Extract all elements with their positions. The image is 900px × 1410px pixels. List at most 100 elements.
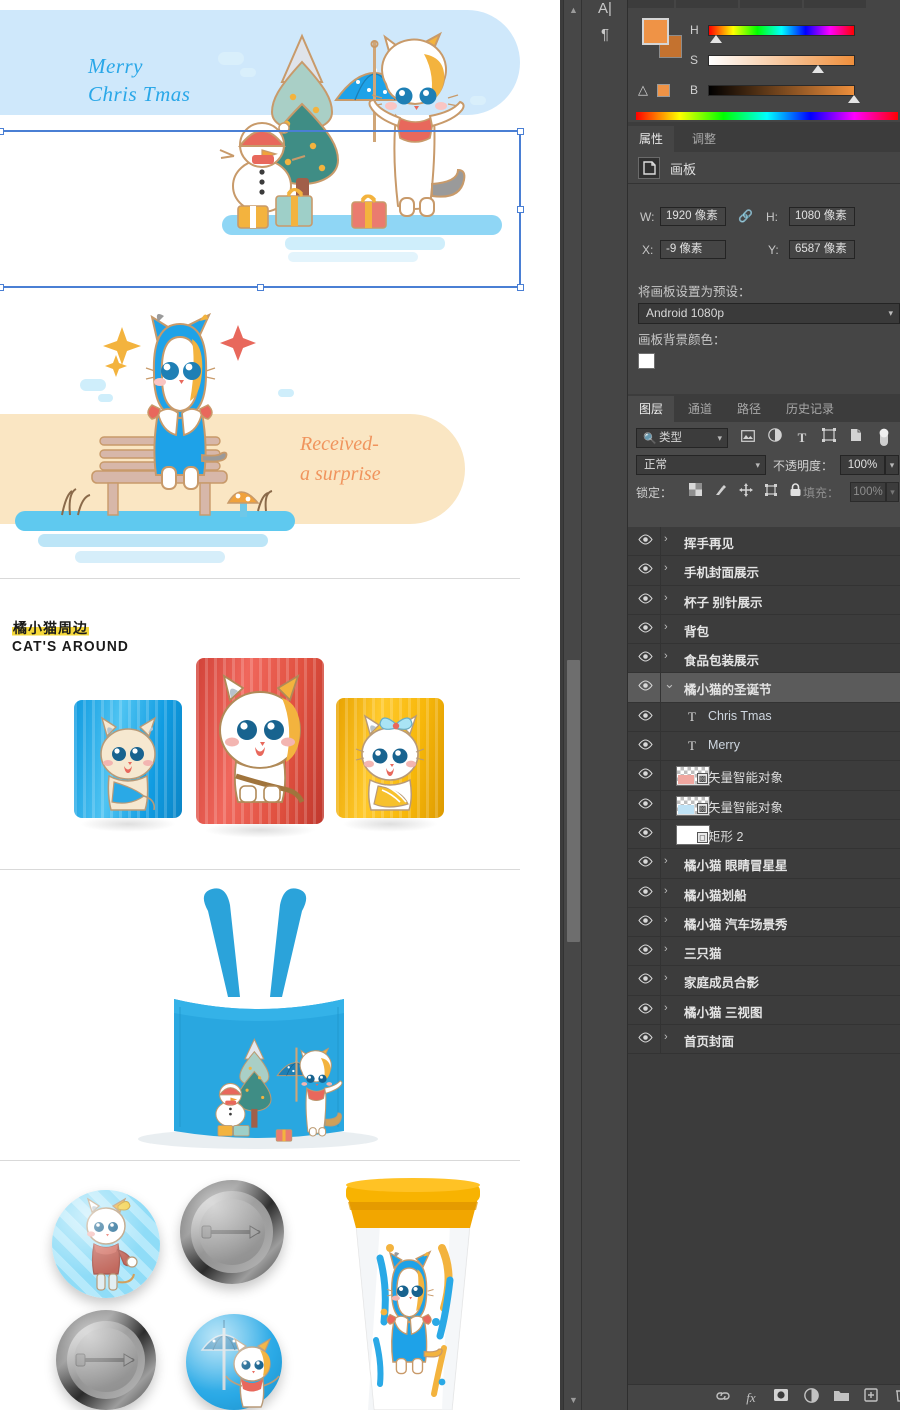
hue-slider-knob[interactable] [710,35,722,43]
layer-visibility-toggle-icon[interactable] [636,593,654,608]
brightness-slider-knob[interactable] [848,95,860,103]
chevron-right-icon[interactable]: › [664,533,668,545]
lock-image-icon[interactable] [711,483,730,502]
new-layer-icon[interactable] [860,1388,882,1408]
layer-visibility-toggle-icon[interactable] [636,827,654,842]
lock-artboard-icon[interactable] [761,483,780,502]
type-filter-icon[interactable]: T [792,428,812,448]
layer-list[interactable]: › 挥手再见 › 手机封面展示 › 杯子 别针展示 › 背包 › 食品包装展示 ⌄ 橘小猫的圣诞节 T C… [628,527,900,1380]
selection-handle[interactable] [517,284,524,291]
layer-visibility-toggle-icon[interactable] [636,622,654,637]
artboard-bench-surprise[interactable]: Received- a surprise [0,289,520,579]
layer-visibility-toggle-icon[interactable] [636,768,654,783]
tab-history[interactable]: 历史记录 [775,396,845,422]
selection-handle[interactable] [517,128,524,135]
smart-object-filter-icon[interactable] [846,428,866,448]
new-group-icon[interactable] [830,1388,852,1408]
chevron-down-icon[interactable]: ▾ [888,304,893,323]
fill-input[interactable]: 100% [850,482,886,502]
x-input[interactable]: -9 像素 [660,240,726,259]
artboard-tote-bag[interactable] [0,871,520,1161]
height-input[interactable]: 1080 像素 [789,207,855,226]
layer-row[interactable]: › 橘小猫 眼睛冒星星 [628,849,900,879]
chevron-down-icon[interactable]: ▾ [717,429,722,447]
selection-handle[interactable] [517,206,524,213]
scroll-up-arrow[interactable]: ▲ [564,2,583,18]
layer-row[interactable]: › 橘小猫 三视图 [628,995,900,1026]
tab-channels[interactable]: 通道 [677,396,723,422]
color-swatches[interactable] [642,18,682,58]
link-dimensions-icon[interactable]: 🔗 [738,209,753,223]
chevron-right-icon[interactable]: › [664,972,668,984]
document-canvas[interactable]: Merry Chris Tmas Received- a surprise 橘小… [0,0,560,1410]
y-input[interactable]: 6587 像素 [789,240,855,259]
tab-paths[interactable]: 路径 [726,396,772,422]
layer-style-fx-icon[interactable]: fx [740,1388,762,1408]
shape-filter-icon[interactable] [819,428,839,448]
foreground-color-swatch[interactable] [642,18,669,45]
blend-mode-select[interactable]: 正常 ▾ [636,455,766,475]
layer-visibility-toggle-icon[interactable] [636,710,654,725]
chevron-right-icon[interactable]: › [664,1031,668,1043]
layer-visibility-toggle-icon[interactable] [636,915,654,930]
artboard-bgcolor-swatch[interactable] [638,353,655,369]
layer-row[interactable]: ◻ 矩形 2 [628,819,900,850]
layer-thumbnail[interactable]: ◻ [676,824,710,845]
layer-visibility-toggle-icon[interactable] [636,856,654,871]
chevron-right-icon[interactable]: › [664,914,668,926]
chevron-down-icon[interactable]: ▾ [755,456,760,474]
artboard-preset-select[interactable]: Android 1080p ▾ [638,303,900,324]
delete-layer-icon[interactable] [890,1388,900,1408]
brightness-gradient-bar[interactable] [708,85,855,96]
chevron-right-icon[interactable]: › [664,592,668,604]
layer-row[interactable]: T Chris Tmas [628,702,900,733]
out-of-gamut-warning-icon[interactable]: △ [638,82,648,98]
saturation-slider-knob[interactable] [812,65,824,73]
opacity-stepper-icon[interactable]: ▾ [885,455,899,475]
selection-handle[interactable] [257,284,264,291]
artboard-snack-packaging[interactable]: 橘小猫周边 CAT'S AROUND [0,580,520,870]
chevron-right-icon[interactable]: › [664,855,668,867]
paragraph-panel-icon[interactable]: ¶ [590,22,620,48]
layer-row[interactable]: ▩ 矢量智能对象 [628,790,900,820]
image-filter-icon[interactable] [738,428,758,448]
scrollbar-thumb[interactable] [567,660,580,942]
layer-visibility-toggle-icon[interactable] [636,944,654,959]
tab-adjustments[interactable]: 调整 [681,126,727,152]
opacity-input[interactable]: 100% [840,455,885,475]
link-layers-icon[interactable] [712,1388,734,1408]
chevron-right-icon[interactable]: › [664,650,668,662]
layer-visibility-toggle-icon[interactable] [636,1003,654,1018]
layer-thumbnail[interactable]: ▩ [676,766,710,787]
selection-handle[interactable] [0,284,4,291]
width-input[interactable]: 1920 像素 [660,207,726,226]
layer-row[interactable]: › 手机封面展示 [628,556,900,586]
character-panel-icon[interactable]: A| [590,0,620,22]
layer-row[interactable]: › 背包 [628,614,900,645]
chevron-right-icon[interactable]: › [664,1002,668,1014]
layer-row[interactable]: › 家庭成员合影 [628,966,900,996]
artboard-christmas-banner[interactable]: Merry Chris Tmas [0,0,520,288]
layer-visibility-toggle-icon[interactable] [636,651,654,666]
scroll-down-arrow[interactable]: ▼ [564,1392,583,1408]
layer-row[interactable]: › 橘小猫划船 [628,878,900,908]
chevron-down-icon[interactable]: ⌄ [664,676,675,692]
layer-visibility-toggle-icon[interactable] [636,534,654,549]
adjustment-filter-icon[interactable] [765,428,785,448]
layer-row[interactable]: › 橘小猫 汽车场景秀 [628,907,900,938]
chevron-right-icon[interactable]: › [664,885,668,897]
add-mask-icon[interactable] [770,1388,792,1408]
saturation-gradient-bar[interactable] [708,55,855,66]
artboard-badges-and-cup[interactable] [0,1162,520,1410]
hue-gradient-bar[interactable] [708,25,855,36]
layer-visibility-toggle-icon[interactable] [636,1032,654,1047]
layer-row[interactable]: › 三只猫 [628,937,900,967]
chevron-right-icon[interactable]: › [664,562,668,574]
layer-visibility-toggle-icon[interactable] [636,973,654,988]
tab-layers[interactable]: 图层 [628,396,675,422]
layer-visibility-toggle-icon[interactable] [636,739,654,754]
lock-position-icon[interactable] [736,483,755,502]
out-of-gamut-color-swatch[interactable] [657,84,670,97]
lock-transparent-icon[interactable] [686,483,705,502]
layer-visibility-toggle-icon[interactable] [636,680,654,695]
